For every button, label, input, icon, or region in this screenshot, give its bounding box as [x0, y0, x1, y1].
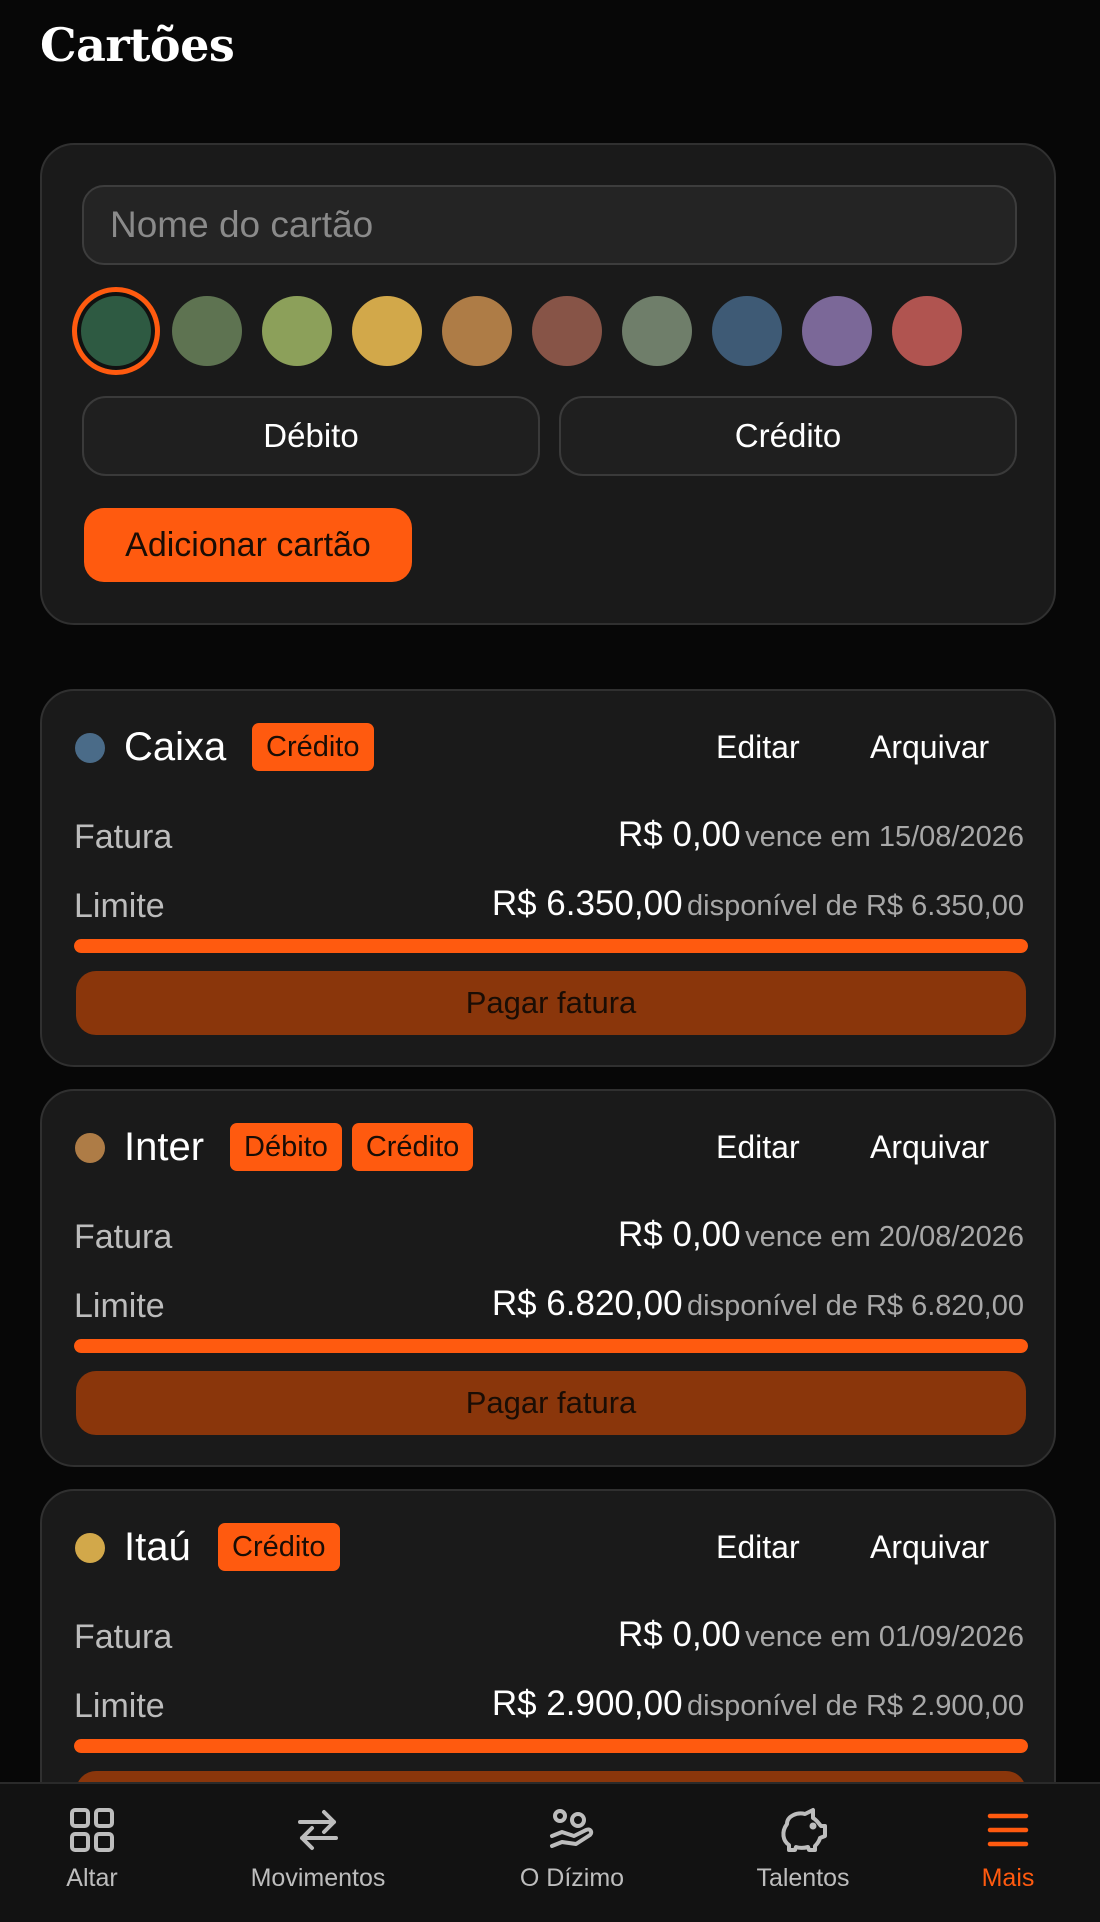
edit-button[interactable]: Editar: [716, 1129, 800, 1166]
type-badge: Crédito: [218, 1523, 340, 1571]
card-type-badges: Crédito: [252, 723, 374, 771]
limit-amount: R$ 6.350,00: [491, 884, 683, 923]
archive-button[interactable]: Arquivar: [870, 729, 989, 766]
color-swatch[interactable]: [442, 296, 512, 366]
limit-progress-fill: [74, 939, 1028, 953]
card-name: Caixa: [124, 725, 227, 769]
card-color-dot: [75, 733, 105, 763]
invoice-amount: R$ 0,00: [618, 1215, 741, 1254]
invoice-value: R$ 0,00 vence em 15/08/2026: [618, 815, 1024, 855]
invoice-amount: R$ 0,00: [618, 1615, 741, 1654]
nav-item-talentos[interactable]: Talentos: [745, 1784, 861, 1922]
limit-value: R$ 6.350,00 disponível de R$ 6.350,00: [492, 884, 1024, 924]
card-item: Caixa Crédito Editar Arquivar Fatura R$ …: [40, 689, 1056, 1067]
limit-amount: R$ 2.900,00: [491, 1684, 683, 1723]
add-card-button[interactable]: Adicionar cartão: [84, 508, 412, 582]
nav-item-mais[interactable]: Mais: [970, 1784, 1046, 1922]
archive-button[interactable]: Arquivar: [870, 1529, 989, 1566]
card-color-dot: [75, 1533, 105, 1563]
nav-label: Mais: [981, 1864, 1035, 1892]
color-swatch[interactable]: [262, 296, 332, 366]
type-badge: Crédito: [252, 723, 374, 771]
nav-label: Talentos: [756, 1864, 850, 1892]
limit-progress-bar: [74, 939, 1028, 953]
limit-label: Limite: [74, 1287, 165, 1325]
nav-item-movimentos[interactable]: Movimentos: [238, 1784, 398, 1922]
limit-available: disponível de R$ 2.900,00: [687, 1690, 1024, 1722]
limit-progress-fill: [74, 1739, 1028, 1753]
invoice-due-date: vence em 01/09/2026: [745, 1621, 1024, 1653]
debit-type-button[interactable]: Débito: [82, 396, 540, 476]
color-swatch[interactable]: [712, 296, 782, 366]
color-swatch[interactable]: [172, 296, 242, 366]
card-name-input[interactable]: [82, 185, 1017, 265]
transfer-arrows-icon: [298, 1810, 338, 1850]
nav-label: Movimentos: [250, 1864, 386, 1892]
grid-icon: [70, 1808, 114, 1852]
nav-item-dizimo[interactable]: O Dízimo: [505, 1784, 639, 1922]
limit-label: Limite: [74, 1687, 165, 1725]
invoice-label: Fatura: [74, 1618, 173, 1656]
edit-button[interactable]: Editar: [716, 1529, 800, 1566]
pay-invoice-button[interactable]: Pagar fatura: [76, 971, 1026, 1035]
piggy-bank-icon: [781, 1808, 827, 1852]
invoice-value: R$ 0,00 vence em 01/09/2026: [618, 1615, 1024, 1655]
card-name: Itaú: [124, 1525, 191, 1569]
card-item: Inter Débito Crédito Editar Arquivar Fat…: [40, 1089, 1056, 1467]
menu-icon: [987, 1813, 1029, 1847]
invoice-due-date: vence em 15/08/2026: [745, 821, 1024, 853]
limit-available: disponível de R$ 6.350,00: [687, 890, 1024, 922]
limit-progress-bar: [74, 1739, 1028, 1753]
invoice-label: Fatura: [74, 1218, 173, 1256]
card-type-badges: Débito Crédito: [230, 1123, 474, 1171]
nav-label: O Dízimo: [519, 1864, 625, 1892]
card-color-dot: [75, 1133, 105, 1163]
color-swatch[interactable]: [72, 287, 160, 375]
invoice-label: Fatura: [74, 818, 173, 856]
invoice-value: R$ 0,00 vence em 20/08/2026: [618, 1215, 1024, 1255]
limit-label: Limite: [74, 887, 165, 925]
color-swatch[interactable]: [532, 296, 602, 366]
page-title: Cartões: [40, 18, 235, 72]
pay-invoice-button[interactable]: Pagar fatura: [76, 1371, 1026, 1435]
color-swatch[interactable]: [352, 296, 422, 366]
archive-button[interactable]: Arquivar: [870, 1129, 989, 1166]
limit-progress-bar: [74, 1339, 1028, 1353]
limit-available: disponível de R$ 6.820,00: [687, 1290, 1024, 1322]
limit-amount: R$ 6.820,00: [491, 1284, 683, 1323]
type-badge: Crédito: [351, 1123, 474, 1171]
invoice-amount: R$ 0,00: [618, 815, 741, 854]
color-swatch[interactable]: [802, 296, 872, 366]
limit-progress-fill: [74, 1339, 1028, 1353]
card-name: Inter: [124, 1125, 205, 1169]
credit-type-button[interactable]: Crédito: [559, 396, 1017, 476]
type-badge: Débito: [230, 1123, 342, 1171]
edit-button[interactable]: Editar: [716, 729, 800, 766]
giving-hand-icon: [550, 1809, 594, 1848]
nav-label: Altar: [66, 1864, 118, 1892]
nav-item-altar[interactable]: Altar: [42, 1784, 142, 1922]
color-swatch[interactable]: [892, 296, 962, 366]
limit-value: R$ 2.900,00 disponível de R$ 2.900,00: [492, 1684, 1024, 1724]
color-swatch[interactable]: [622, 296, 692, 366]
limit-value: R$ 6.820,00 disponível de R$ 6.820,00: [492, 1284, 1024, 1324]
invoice-due-date: vence em 20/08/2026: [745, 1221, 1024, 1253]
card-type-badges: Crédito: [218, 1523, 340, 1571]
bottom-navigation: Altar Movimentos O Dízimo Talentos Mais: [0, 1782, 1100, 1922]
